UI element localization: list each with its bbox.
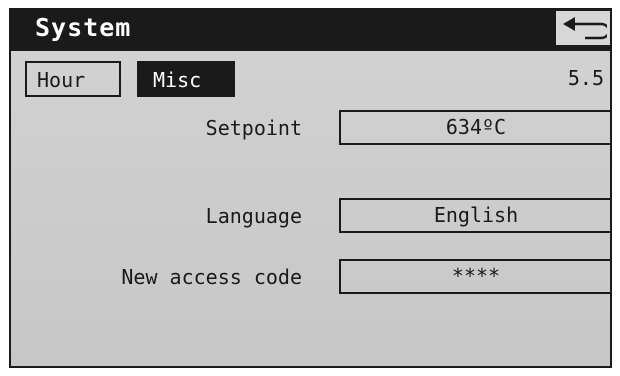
hmi-screen: System Hour Misc 5.5 Setpoint 634ºC Lang… xyxy=(9,8,612,368)
page-title: System xyxy=(35,13,132,42)
access-code-field[interactable]: **** xyxy=(339,259,610,294)
language-label: Language xyxy=(205,204,302,228)
language-field[interactable]: English xyxy=(339,198,610,233)
access-code-label: New access code xyxy=(121,265,302,289)
tab-hour[interactable]: Hour xyxy=(25,61,121,97)
setpoint-field[interactable]: 634ºC xyxy=(339,110,610,145)
title-bar: System xyxy=(11,8,610,51)
back-button[interactable] xyxy=(556,11,610,45)
version-label: 5.5 xyxy=(567,66,604,90)
setpoint-label: Setpoint xyxy=(205,116,302,140)
tab-misc[interactable]: Misc xyxy=(137,61,235,97)
